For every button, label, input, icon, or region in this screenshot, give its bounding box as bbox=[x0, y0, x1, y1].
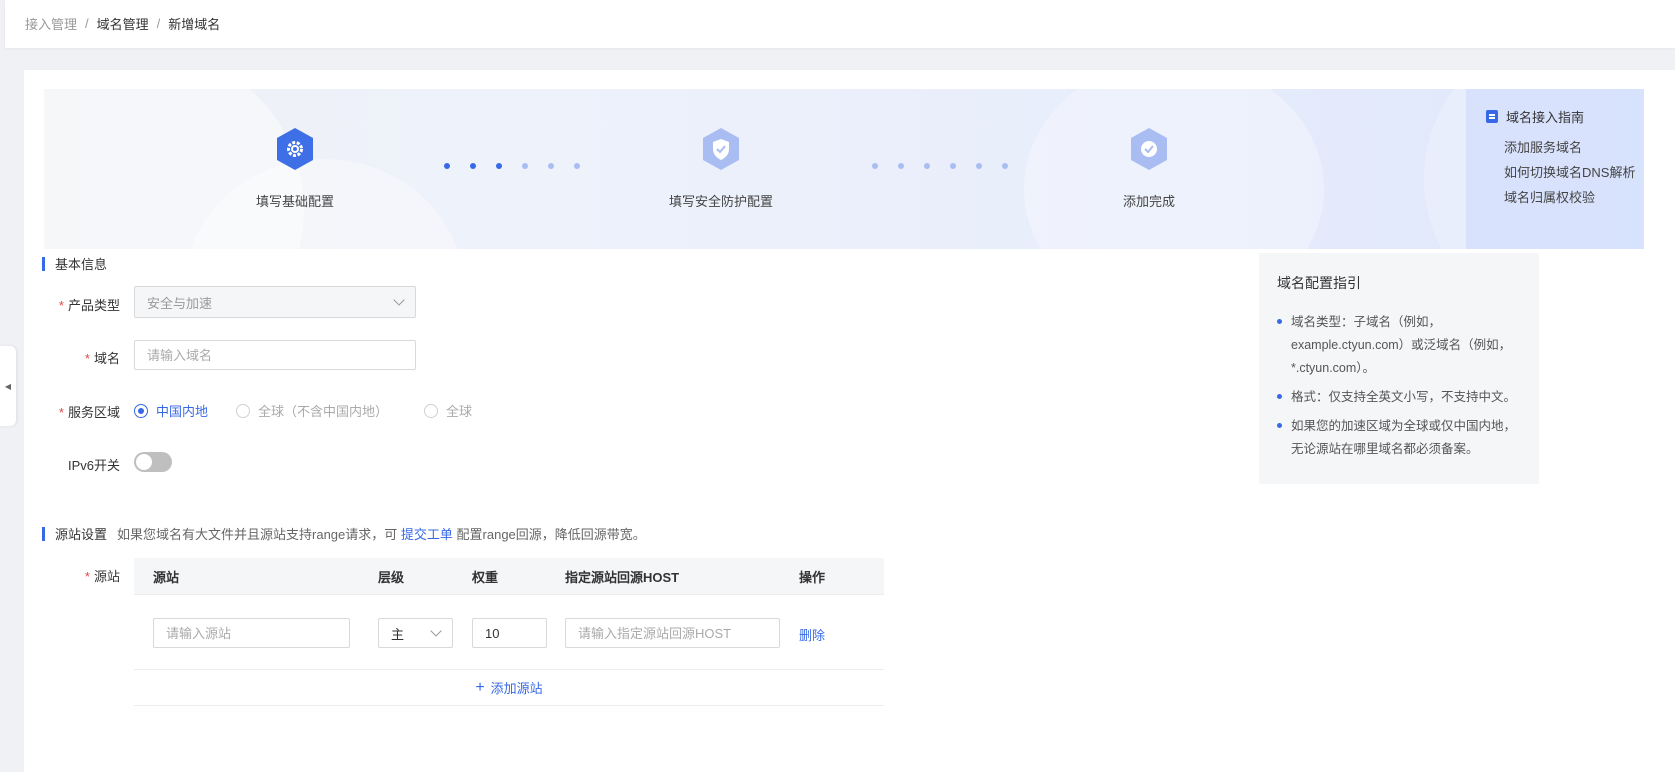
region-radio-mainland[interactable]: 中国内地 bbox=[134, 401, 208, 420]
main-card: 填写基础配置 填写安全防护配置 添加完成 域名接入指南 添加服务域名 如何切换域… bbox=[24, 70, 1675, 772]
document-icon bbox=[1486, 110, 1498, 123]
origin-host-input[interactable] bbox=[565, 618, 780, 648]
shield-icon bbox=[701, 127, 741, 171]
origin-table: 源站 层级 权重 指定源站回源HOST 操作 主 删除 + 添加源站 bbox=[134, 558, 884, 706]
col-source: 源站 bbox=[153, 569, 180, 585]
step-progress-dots bbox=[444, 163, 580, 169]
step-label: 添加完成 bbox=[1122, 194, 1175, 209]
domain-label: * 域名 bbox=[84, 351, 120, 366]
domain-config-guide: 域名配置指引 域名类型：子域名（例如，example.ctyun.com）或泛域… bbox=[1259, 253, 1539, 484]
origin-source-input[interactable] bbox=[153, 618, 350, 648]
delete-origin-button[interactable]: 删除 bbox=[799, 625, 825, 644]
breadcrumb-item-access[interactable]: 接入管理 bbox=[25, 14, 77, 33]
step-label: 填写安全防护配置 bbox=[668, 194, 773, 209]
product-type-label: * 产品类型 bbox=[58, 298, 120, 313]
basic-info-section-title: 基本信息 bbox=[42, 254, 107, 273]
breadcrumb-separator: / bbox=[85, 16, 89, 31]
origin-table-header: 源站 层级 权重 指定源站回源HOST 操作 bbox=[134, 558, 884, 594]
breadcrumb-item-domain-management[interactable]: 域名管理 bbox=[97, 14, 149, 33]
check-icon bbox=[1129, 127, 1169, 171]
access-guide-title: 域名接入指南 bbox=[1486, 107, 1584, 126]
step-complete: 添加完成 bbox=[1049, 127, 1249, 210]
steps-banner: 填写基础配置 填写安全防护配置 添加完成 域名接入指南 添加服务域名 如何切换域… bbox=[44, 89, 1644, 249]
step-label: 填写基础配置 bbox=[255, 194, 334, 209]
ipv6-toggle[interactable] bbox=[134, 452, 172, 472]
sidebar-collapse-handle[interactable]: ◀ bbox=[0, 346, 16, 426]
step-progress-dots bbox=[872, 163, 1008, 169]
add-origin-button[interactable]: + 添加源站 bbox=[134, 670, 884, 706]
breadcrumb-item-current: 新增域名 bbox=[168, 17, 221, 32]
breadcrumb-separator: / bbox=[156, 16, 161, 31]
guide-item: 域名类型：子域名（例如，example.ctyun.com）或泛域名（例如，*.… bbox=[1277, 311, 1521, 380]
product-type-select[interactable]: 安全与加速 bbox=[134, 286, 416, 318]
gear-icon bbox=[275, 127, 315, 171]
step-security-config: 填写安全防护配置 bbox=[621, 127, 821, 210]
col-host: 指定源站回源HOST bbox=[565, 569, 680, 585]
guide-item: 如果您的加速区域为全球或仅中国内地，无论源站在哪里域名都必须备案。 bbox=[1277, 415, 1521, 461]
origin-level-select[interactable]: 主 bbox=[378, 618, 453, 648]
col-action: 操作 bbox=[799, 569, 826, 585]
region-radio-global-excl[interactable]: 全球（不含中国内地） bbox=[236, 401, 388, 420]
service-region-label: * 服务区域 bbox=[58, 405, 120, 420]
guide-item: 格式：仅支持全英文小写，不支持中文。 bbox=[1277, 386, 1521, 409]
origin-weight-input[interactable] bbox=[472, 618, 547, 648]
access-guide-links: 添加服务域名 如何切换域名DNS解析 域名归属权校验 bbox=[1504, 137, 1635, 206]
guide-link-add-domain[interactable]: 添加服务域名 bbox=[1504, 137, 1635, 156]
domain-config-guide-title: 域名配置指引 bbox=[1277, 275, 1361, 291]
access-guide-panel: 域名接入指南 添加服务域名 如何切换域名DNS解析 域名归属权校验 bbox=[1466, 89, 1644, 249]
breadcrumb: 接入管理 / 域名管理 / 新增域名 bbox=[25, 14, 220, 33]
top-bar: 接入管理 / 域名管理 / 新增域名 bbox=[5, 0, 1675, 48]
chevron-down-icon bbox=[393, 294, 405, 306]
step-basic-config: 填写基础配置 bbox=[195, 127, 395, 210]
col-level: 层级 bbox=[378, 569, 405, 585]
plus-icon: + bbox=[475, 678, 485, 696]
guide-link-ownership[interactable]: 域名归属权校验 bbox=[1504, 187, 1635, 206]
chevron-down-icon bbox=[430, 625, 442, 637]
ipv6-label: IPv6开关 bbox=[67, 458, 120, 473]
domain-input[interactable] bbox=[134, 340, 416, 370]
region-radio-global[interactable]: 全球 bbox=[424, 401, 472, 420]
guide-link-dns[interactable]: 如何切换域名DNS解析 bbox=[1504, 162, 1635, 181]
submit-ticket-link[interactable]: 提交工单 bbox=[401, 527, 453, 542]
table-row: 主 删除 bbox=[134, 594, 884, 670]
col-weight: 权重 bbox=[472, 569, 499, 585]
caret-left-icon: ◀ bbox=[4, 381, 12, 391]
service-region-radio-group: 中国内地 全球（不含中国内地） 全球 bbox=[134, 401, 472, 420]
origin-label: * 源站 bbox=[84, 569, 120, 584]
origin-section-title: 源站设置 如果您域名有大文件并且源站支持range请求，可 提交工单 配置ran… bbox=[42, 524, 646, 543]
